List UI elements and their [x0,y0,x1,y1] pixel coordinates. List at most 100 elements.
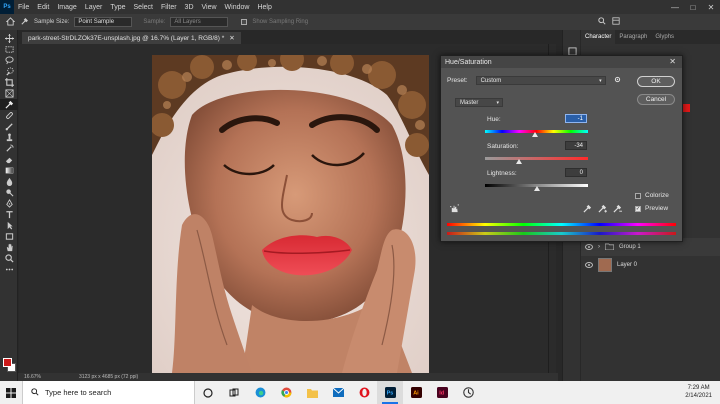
maximize-icon[interactable]: □ [684,0,702,14]
tab-character[interactable]: Character [581,30,616,44]
saturation-slider-track[interactable] [485,157,588,160]
brush-tool-icon[interactable] [0,121,18,132]
close-document-icon[interactable]: ✕ [229,34,234,42]
menu-window[interactable]: Window [221,4,254,11]
tab-glyphs[interactable]: Glyphs [651,34,678,40]
minimize-icon[interactable]: — [666,0,684,14]
gradient-tool-icon[interactable] [0,165,18,176]
task-view-icon[interactable] [221,381,247,404]
saturation-slider-thumb[interactable] [516,159,522,164]
tab-paragraph[interactable]: Paragraph [615,34,651,40]
layer-name: Group 1 [619,244,641,250]
frame-tool-icon[interactable] [0,88,18,99]
visibility-eye-icon[interactable] [585,262,593,268]
more-tools-icon[interactable] [0,264,18,275]
mail-icon[interactable] [325,381,351,404]
lightness-slider-thumb[interactable] [534,186,540,191]
preview-checkbox[interactable]: ✓ [635,205,641,212]
healing-brush-icon[interactable] [0,110,18,121]
show-ring-checkbox[interactable] [241,19,248,25]
menu-help[interactable]: Help [253,4,275,11]
workspace-icon[interactable] [612,17,620,27]
edge-browser-icon[interactable] [247,381,273,404]
history-brush-icon[interactable] [0,143,18,154]
svg-text:Ps: Ps [386,391,393,397]
move-tool-icon[interactable] [0,33,18,44]
indesign-icon[interactable]: Id [429,381,455,404]
cancel-button[interactable]: Cancel [637,94,675,105]
menu-edit[interactable]: Edit [33,4,53,11]
type-tool-icon[interactable] [0,209,18,220]
lightness-input[interactable]: 0 [565,168,587,177]
file-explorer-icon[interactable] [299,381,325,404]
sample-select[interactable]: All Layers [170,17,229,27]
eraser-tool-icon[interactable] [0,154,18,165]
menu-select[interactable]: Select [130,4,157,11]
menu-file[interactable]: File [14,4,33,11]
close-icon[interactable]: ✕ [669,57,676,66]
blur-tool-icon[interactable] [0,176,18,187]
preset-select[interactable]: Custom ▾ [475,76,606,85]
eyedropper-plus-icon[interactable] [598,204,607,215]
saturation-input[interactable]: -34 [565,141,587,150]
channel-select[interactable]: Master ▾ [455,98,503,107]
system-clock[interactable]: 7:29 AM 2/14/2021 [685,384,712,400]
app-circle-icon[interactable] [455,381,481,404]
sample-size-select[interactable]: Point Sample [74,17,133,27]
home-icon[interactable] [5,16,16,28]
preset-options-icon[interactable] [614,76,621,85]
eyedropper-icon[interactable] [0,99,18,110]
path-selection-icon[interactable] [0,220,18,231]
on-image-adjust-icon[interactable] [450,204,459,215]
photoshop-taskbar-icon[interactable]: Ps [377,381,403,404]
cortana-icon[interactable] [195,381,221,404]
foreground-color-swatch[interactable] [3,358,12,367]
portrait-photo[interactable] [152,55,429,373]
eyedropper-minus-icon[interactable] [613,204,622,215]
ok-button[interactable]: OK [637,76,675,87]
folder-icon [604,242,615,252]
hue-input[interactable]: -1 [565,114,587,123]
close-icon[interactable]: ✕ [702,0,720,14]
eyedropper-icon[interactable] [583,204,592,215]
layer-row-layer0[interactable]: Layer 0 [581,256,720,274]
menu-type[interactable]: Type [106,4,129,11]
menu-filter[interactable]: Filter [157,4,181,11]
search-icon[interactable] [598,17,606,27]
zoom-tool-icon[interactable] [0,253,18,264]
menu-layer[interactable]: Layer [81,4,107,11]
illustrator-icon[interactable]: Ai [403,381,429,404]
quick-selection-tool-icon[interactable] [0,66,18,77]
document-tab[interactable]: park-street-StrDLZOk37E-unsplash.jpg @ 1… [22,32,241,44]
zoom-level[interactable]: 16.67% [24,374,41,380]
dodge-tool-icon[interactable] [0,187,18,198]
saturation-label: Saturation: [487,143,519,150]
visibility-eye-icon[interactable] [585,244,593,250]
rectangle-tool-icon[interactable] [0,231,18,242]
chrome-browser-icon[interactable] [273,381,299,404]
eyedropper-tool-icon[interactable] [20,17,29,28]
sample-size-label: Sample Size: [34,19,70,25]
hand-tool-icon[interactable] [0,242,18,253]
channel-value: Master [460,99,479,106]
marquee-tool-icon[interactable] [0,44,18,55]
taskbar-search-box[interactable]: Type here to search [22,381,195,404]
hue-slider-thumb[interactable] [532,132,538,137]
lasso-tool-icon[interactable] [0,55,18,66]
photoshop-window: Ps File Edit Image Layer Type Select Fil… [0,0,720,404]
colorize-checkbox[interactable] [635,192,641,199]
windows-start-icon[interactable] [0,381,22,404]
window-controls: — □ ✕ [666,0,720,14]
opera-browser-icon[interactable] [351,381,377,404]
crop-tool-icon[interactable] [0,77,18,88]
chevron-right-icon[interactable]: › [598,244,600,250]
dialog-titlebar[interactable]: Hue/Saturation ✕ [441,56,682,68]
clone-stamp-icon[interactable] [0,132,18,143]
menu-bar: Ps File Edit Image Layer Type Select Fil… [0,0,720,14]
menu-image[interactable]: Image [53,4,80,11]
pen-tool-icon[interactable] [0,198,18,209]
menu-3d[interactable]: 3D [181,4,198,11]
document-dimensions: 3123 px x 4685 px (72 ppi) [78,374,139,380]
menu-view[interactable]: View [198,4,221,11]
layer-name: Layer 0 [617,262,638,268]
